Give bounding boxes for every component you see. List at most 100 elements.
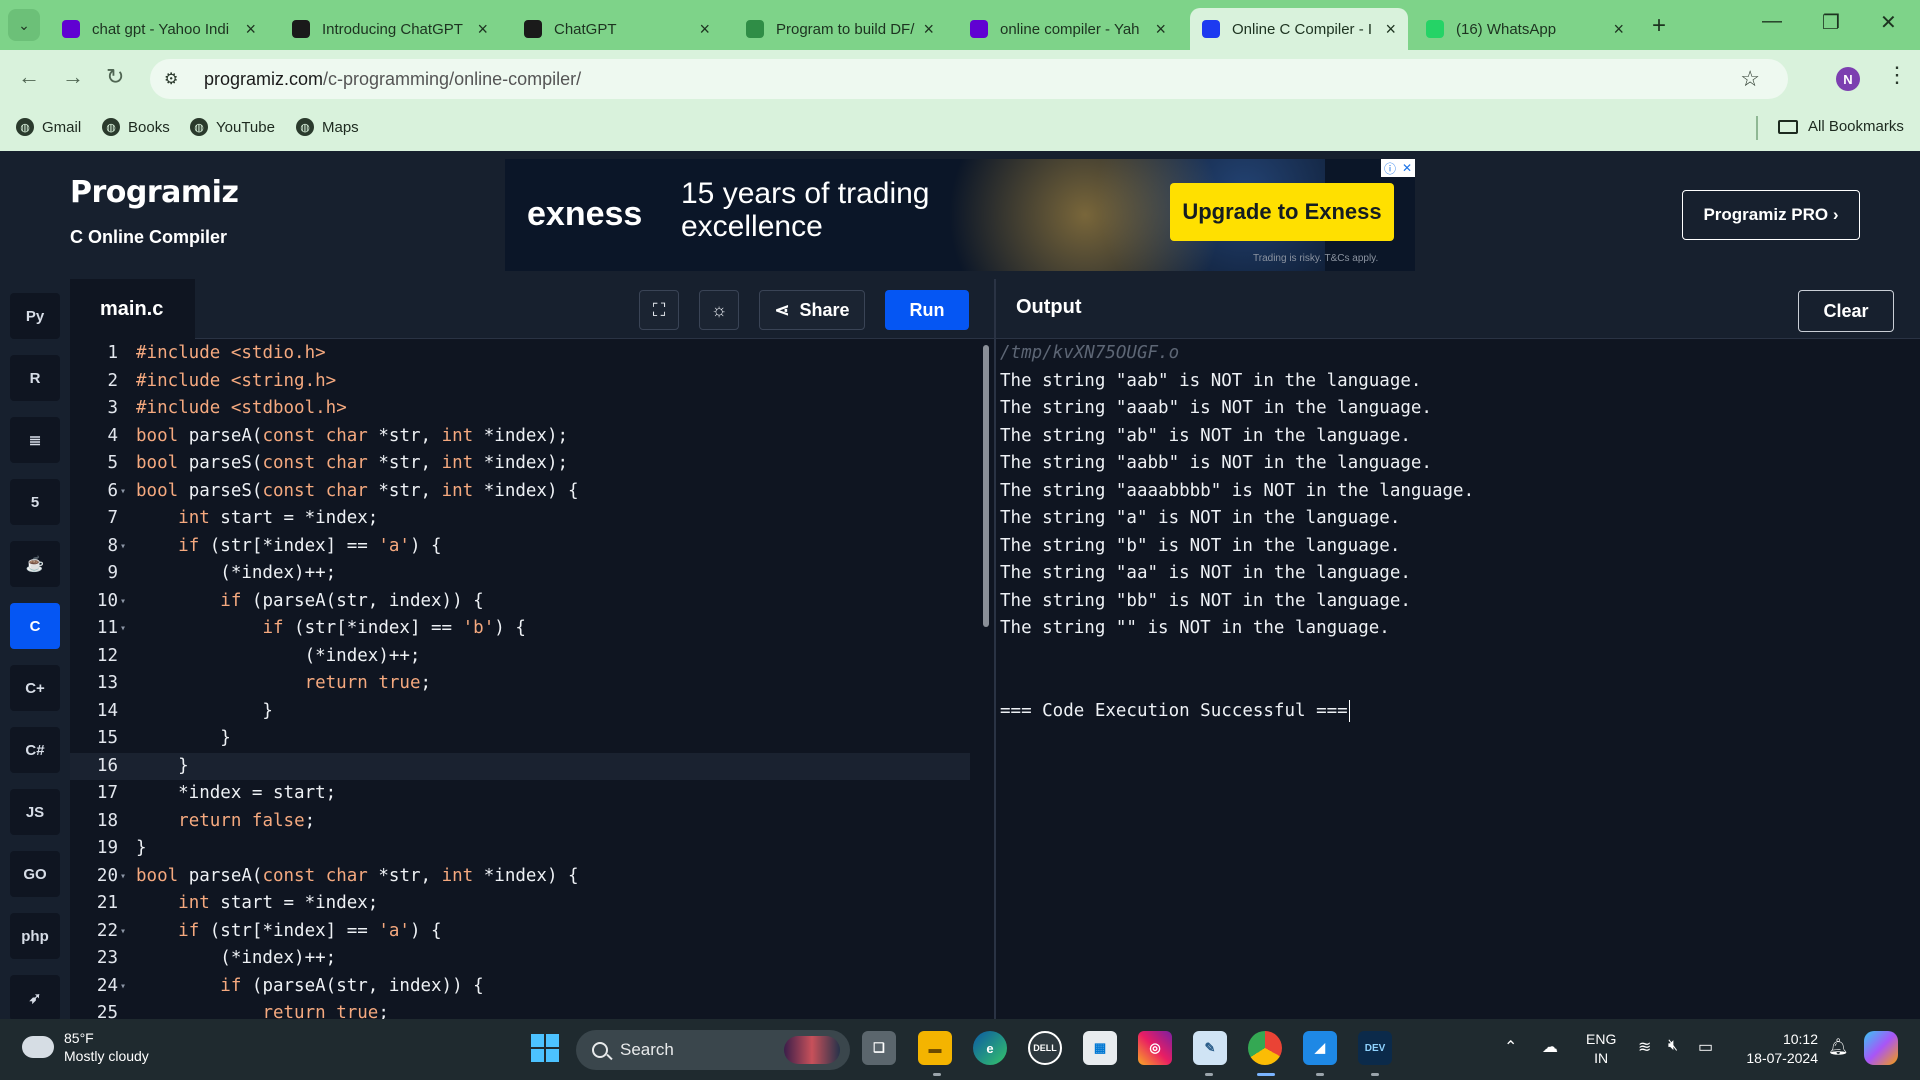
ad-info-icon[interactable]: ⓘ bbox=[1384, 160, 1396, 177]
code-line[interactable]: 17 *index = start; bbox=[70, 780, 970, 808]
reload-icon[interactable]: ↻ bbox=[106, 64, 124, 90]
notifications-bell-icon[interactable]: 🔔︎ bbox=[1828, 1037, 1848, 1057]
code-line[interactable]: 10 ▾ if (parseA(str, index)) { bbox=[70, 588, 970, 616]
dell-icon[interactable]: DELL bbox=[1028, 1031, 1062, 1065]
tray-overflow-icon[interactable]: ⌃ bbox=[1504, 1037, 1517, 1057]
bookmark-gmail[interactable]: ◍ Gmail bbox=[16, 118, 81, 136]
close-tab-icon[interactable]: × bbox=[1385, 19, 1396, 40]
editor-scrollbar[interactable] bbox=[983, 345, 989, 627]
fullscreen-icon[interactable]: ⛶ bbox=[639, 290, 679, 330]
copilot-icon[interactable] bbox=[1864, 1031, 1898, 1065]
share-button[interactable]: ⋖ Share bbox=[759, 290, 865, 330]
notepad-icon[interactable]: ✎ bbox=[1193, 1031, 1227, 1065]
programiz-logo[interactable]: Programiz bbox=[70, 175, 239, 210]
code-line[interactable]: 7 int start = *index; bbox=[70, 505, 970, 533]
taskbar-search[interactable]: Search bbox=[576, 1030, 850, 1070]
weather-widget[interactable]: 85°F Mostly cloudy bbox=[18, 1028, 149, 1065]
bookmark-maps[interactable]: ◍ Maps bbox=[296, 118, 359, 136]
java-icon[interactable]: ☕ bbox=[10, 541, 60, 587]
programiz-pro-button[interactable]: Programiz PRO › bbox=[1682, 190, 1860, 240]
browser-tab[interactable]: chat gpt - Yahoo Indi × bbox=[50, 8, 268, 50]
ad-banner[interactable]: exness 15 years of trading excellence Up… bbox=[505, 159, 1415, 271]
file-tab-main-c[interactable]: main.c bbox=[70, 279, 195, 339]
close-tab-icon[interactable]: × bbox=[245, 19, 256, 40]
restore-icon[interactable]: ❐ bbox=[1822, 10, 1840, 35]
fold-arrow-icon[interactable]: ▾ bbox=[120, 478, 126, 506]
browser-tab[interactable]: online compiler - Yah × bbox=[958, 8, 1178, 50]
code-editor[interactable]: 1 #include <stdio.h> 2 #include <string.h> 3… bbox=[70, 339, 995, 1019]
code-line[interactable]: 2 #include <string.h> bbox=[70, 368, 970, 396]
ad-cta-button[interactable]: Upgrade to Exness bbox=[1170, 183, 1394, 241]
bookmark-youtube[interactable]: ◍ YouTube bbox=[190, 118, 275, 136]
code-line[interactable]: 11 ▾ if (str[*index] == 'b') { bbox=[70, 615, 970, 643]
fold-arrow-icon[interactable]: ▾ bbox=[120, 588, 126, 616]
browser-menu-icon[interactable]: ⋮ bbox=[1886, 62, 1908, 88]
start-button[interactable] bbox=[528, 1031, 562, 1065]
file-explorer-icon[interactable]: ▬ bbox=[918, 1031, 952, 1065]
code-line[interactable]: 23 (*index)++; bbox=[70, 945, 970, 973]
swift-icon[interactable]: ➶ bbox=[10, 975, 60, 1021]
tab-search-button[interactable]: ⌄ bbox=[8, 9, 40, 41]
microsoft-store-icon[interactable]: ▦ bbox=[1083, 1031, 1117, 1065]
close-window-icon[interactable]: ✕ bbox=[1880, 10, 1897, 35]
run-button[interactable]: Run bbox=[885, 290, 969, 330]
go-icon[interactable]: GO bbox=[10, 851, 60, 897]
system-clock[interactable]: 10:12 18-07-2024 bbox=[1738, 1030, 1818, 1068]
dev-home-icon[interactable]: DEV bbox=[1358, 1031, 1392, 1065]
site-info-icon[interactable]: ⚙ bbox=[164, 69, 192, 89]
bookmark-star-icon[interactable]: ☆ bbox=[1740, 66, 1760, 92]
browser-tab[interactable]: ChatGPT × bbox=[512, 8, 722, 50]
new-tab-button[interactable]: + bbox=[1652, 12, 1666, 40]
volume-muted-icon[interactable]: 🔇︎ bbox=[1668, 1037, 1678, 1055]
fold-arrow-icon[interactable]: ▾ bbox=[120, 973, 126, 1001]
edge-icon[interactable]: e bbox=[973, 1031, 1007, 1065]
code-line[interactable]: 20 ▾ bool parseA(const char *str, int *ind… bbox=[70, 863, 970, 891]
browser-tab[interactable]: Online C Compiler - I × bbox=[1190, 8, 1408, 50]
back-icon[interactable]: ← bbox=[18, 64, 40, 90]
code-line[interactable]: 21 int start = *index; bbox=[70, 890, 970, 918]
forward-icon[interactable]: → bbox=[62, 64, 84, 90]
code-line[interactable]: 14 } bbox=[70, 698, 970, 726]
code-line[interactable]: 1 #include <stdio.h> bbox=[70, 340, 970, 368]
r-icon[interactable]: R bbox=[10, 355, 60, 401]
chrome-icon[interactable] bbox=[1248, 1031, 1282, 1065]
battery-icon[interactable]: ▭ bbox=[1698, 1037, 1713, 1057]
code-line[interactable]: 19} bbox=[70, 835, 970, 863]
code-line[interactable]: 5 bool parseS(const char *str, int *index… bbox=[70, 450, 970, 478]
theme-toggle-icon[interactable]: ☼ bbox=[699, 290, 739, 330]
photos-icon[interactable]: ◢ bbox=[1303, 1031, 1337, 1065]
minimize-icon[interactable]: — bbox=[1762, 10, 1782, 33]
code-line[interactable]: 8 ▾ if (str[*index] == 'a') { bbox=[70, 533, 970, 561]
code-line[interactable]: 9 (*index)++; bbox=[70, 560, 970, 588]
all-bookmarks-button[interactable]: All Bookmarks bbox=[1778, 118, 1904, 135]
code-line[interactable]: 24 ▾ if (parseA(str, index)) { bbox=[70, 973, 970, 1001]
ad-close-icon[interactable]: ⓘ ✕ bbox=[1381, 159, 1415, 177]
fold-arrow-icon[interactable]: ▾ bbox=[120, 533, 126, 561]
browser-tab[interactable]: (16) WhatsApp × bbox=[1414, 8, 1636, 50]
instagram-icon[interactable]: ◎ bbox=[1138, 1031, 1172, 1065]
fold-arrow-icon[interactable]: ▾ bbox=[120, 863, 126, 891]
code-line[interactable]: 4 bool parseA(const char *str, int *index… bbox=[70, 423, 970, 451]
onedrive-icon[interactable]: ☁ bbox=[1542, 1037, 1558, 1057]
close-tab-icon[interactable]: × bbox=[477, 19, 488, 40]
csharp-icon[interactable]: C# bbox=[10, 727, 60, 773]
close-tab-icon[interactable]: × bbox=[1613, 19, 1624, 40]
code-line[interactable]: 3 #include <stdbool.h> bbox=[70, 395, 970, 423]
task-view-icon[interactable]: ❏ bbox=[862, 1031, 896, 1065]
wifi-icon[interactable]: ≋ bbox=[1638, 1037, 1651, 1057]
address-bar[interactable]: ⚙ programiz.com/c-programming/online-com… bbox=[150, 59, 1788, 99]
js-icon[interactable]: JS bbox=[10, 789, 60, 835]
profile-avatar[interactable]: N bbox=[1836, 67, 1860, 91]
php-icon[interactable]: php bbox=[10, 913, 60, 959]
cpp-icon[interactable]: C+ bbox=[10, 665, 60, 711]
fold-arrow-icon[interactable]: ▾ bbox=[120, 918, 126, 946]
code-line[interactable]: 22 ▾ if (str[*index] == 'a') { bbox=[70, 918, 970, 946]
language-indicator[interactable]: ENG IN bbox=[1586, 1030, 1616, 1068]
close-tab-icon[interactable]: × bbox=[923, 19, 934, 40]
code-line[interactable]: 12 (*index)++; bbox=[70, 643, 970, 671]
code-line[interactable]: 16 } bbox=[70, 752, 970, 780]
code-line[interactable]: 6 ▾ bool parseS(const char *str, int *inde… bbox=[70, 478, 970, 506]
browser-tab[interactable]: Program to build DF/ × bbox=[734, 8, 946, 50]
html-icon[interactable]: 5 bbox=[10, 479, 60, 525]
code-line[interactable]: 25 return true; bbox=[70, 1000, 970, 1019]
